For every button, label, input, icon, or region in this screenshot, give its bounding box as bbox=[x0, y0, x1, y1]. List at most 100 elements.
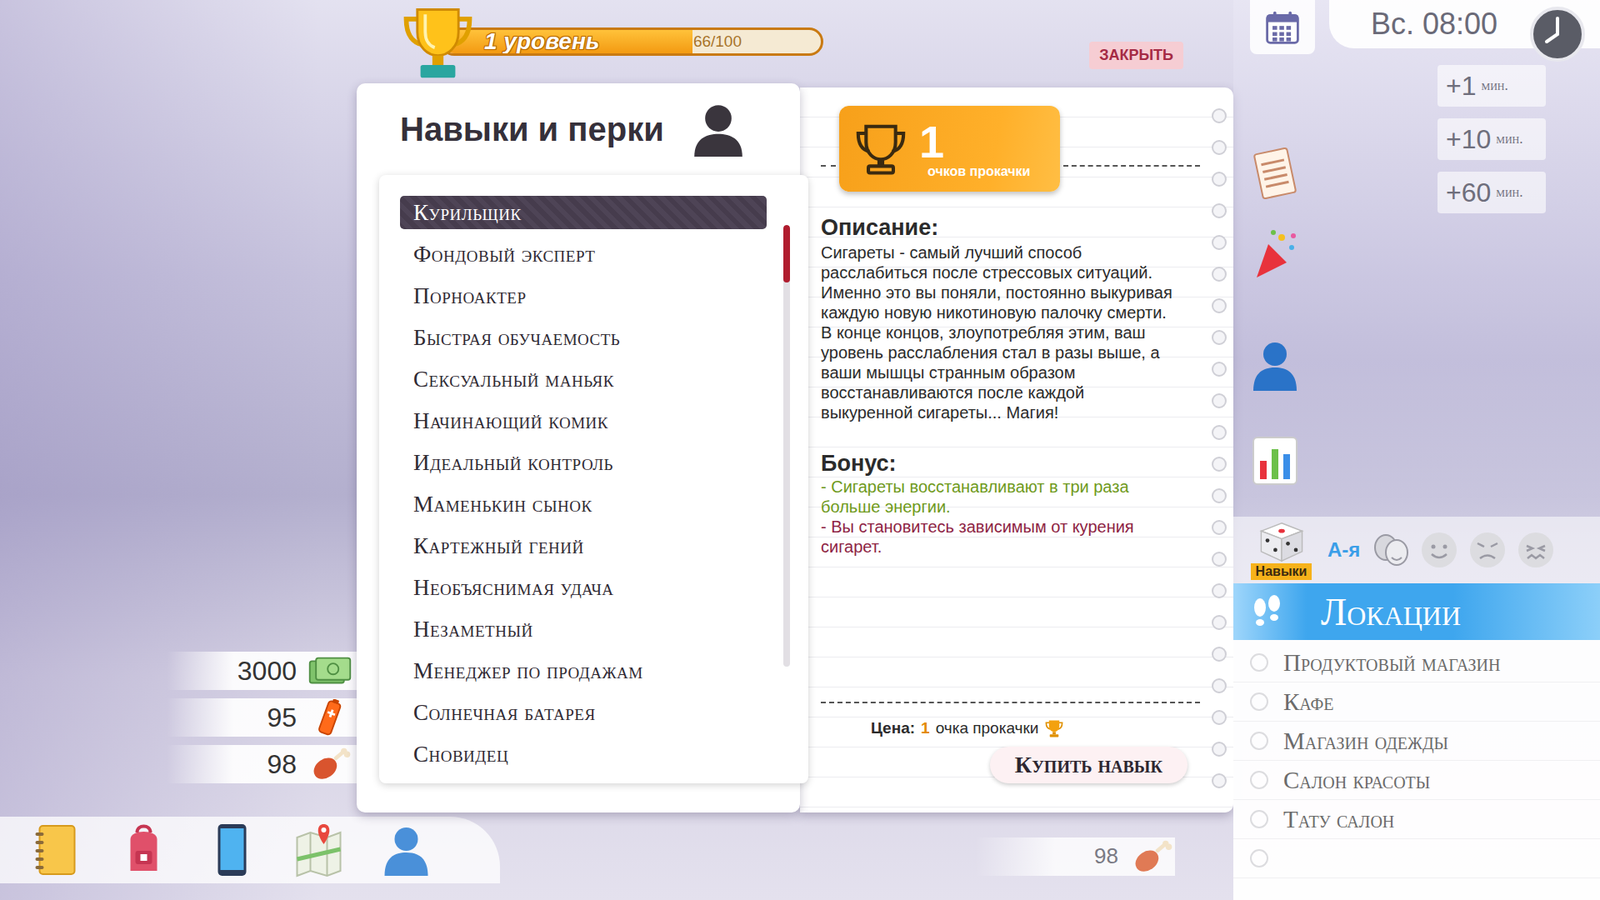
skip-time-button[interactable]: +60мин. bbox=[1437, 171, 1546, 214]
radio[interactable] bbox=[1250, 692, 1269, 711]
skill-item[interactable]: Фондовый эксперт bbox=[400, 237, 767, 271]
description-text: Сигареты - самый лучший способ расслабит… bbox=[820, 242, 1181, 423]
skill-item[interactable]: Маменькин сынок bbox=[400, 487, 767, 521]
sort-button[interactable]: А-я bbox=[1327, 538, 1360, 562]
close-button[interactable]: ЗАКРЫТЬ bbox=[1089, 41, 1184, 70]
binder-ring bbox=[1211, 488, 1227, 504]
dashed-line bbox=[820, 165, 836, 167]
stat-row: 95 bbox=[166, 698, 357, 737]
level-indicator: 1 уровень 66/100 bbox=[398, 0, 824, 84]
level-label: 1 уровень bbox=[442, 28, 600, 55]
map-icon[interactable] bbox=[291, 820, 346, 880]
skill-item[interactable]: Порноактер bbox=[400, 279, 767, 313]
drumstick-icon bbox=[306, 745, 354, 783]
trophy-icon bbox=[852, 120, 910, 178]
skill-details-page: 1 очков прокачки Описание: Сигареты - са… bbox=[800, 87, 1234, 813]
location-item[interactable]: Салон красоты bbox=[1233, 760, 1600, 800]
party-popper-icon[interactable] bbox=[1249, 225, 1301, 285]
bonus-item: - Сигареты восстанавливают в три раза бо… bbox=[820, 476, 1181, 517]
angry-face-icon[interactable] bbox=[1466, 529, 1509, 571]
skill-item[interactable]: Менеджер по продажам bbox=[400, 654, 767, 688]
skill-item[interactable]: Сновидец bbox=[400, 737, 767, 771]
note-icon[interactable] bbox=[1249, 144, 1301, 203]
scrollbar[interactable] bbox=[783, 225, 790, 667]
skip-time-button[interactable]: +1мин. bbox=[1437, 65, 1546, 107]
dashed-line bbox=[820, 701, 1200, 704]
notebook: Навыки и перки Курильщик Фондовый эксперт… bbox=[356, 83, 1234, 813]
right-hud: Вс. 08:00 +1мин. +10мин. +60мин. Навыки А-… bbox=[1233, 0, 1600, 900]
binder-rings bbox=[1204, 87, 1234, 813]
skill-item[interactable]: Необъяснимая удача bbox=[400, 570, 767, 605]
phone-icon[interactable] bbox=[204, 820, 259, 880]
stat-row: 98 bbox=[166, 745, 357, 784]
profile-icon[interactable] bbox=[379, 820, 434, 880]
skills-list: Курильщик Фондовый эксперт Порноактер Быстр… bbox=[379, 175, 809, 784]
notebook-icon[interactable] bbox=[29, 820, 84, 880]
skill-item[interactable]: Картежный гений bbox=[400, 529, 767, 563]
skill-item[interactable]: Сексуальный маньяк bbox=[400, 362, 767, 396]
skills-items: Курильщик Фондовый эксперт Порноактер Быстр… bbox=[400, 195, 767, 784]
happy-face-icon[interactable] bbox=[1418, 529, 1460, 571]
buy-skill-button[interactable]: Купить навык bbox=[990, 746, 1188, 784]
skill-item[interactable]: Начинающий комик bbox=[400, 404, 767, 438]
stat-value: 98 bbox=[1094, 843, 1119, 870]
binder-ring bbox=[1211, 678, 1227, 694]
side-icons bbox=[1233, 54, 1317, 517]
backpack-icon[interactable] bbox=[116, 820, 171, 880]
upset-face-icon[interactable] bbox=[1515, 529, 1557, 571]
skill-item[interactable]: Незаметный bbox=[400, 612, 767, 646]
location-item[interactable]: Кафе bbox=[1233, 682, 1600, 722]
day-time: Вс. 08:00 bbox=[1370, 0, 1498, 49]
binder-ring bbox=[1211, 710, 1227, 725]
radio[interactable] bbox=[1250, 731, 1269, 750]
radio bbox=[1250, 849, 1269, 868]
location-item[interactable]: Тату салон bbox=[1233, 800, 1600, 840]
bottom-strip: 98 bbox=[356, 812, 1234, 900]
left-hud: 3000 95 98 bbox=[0, 0, 357, 900]
calendar-icon bbox=[1263, 8, 1302, 47]
level-progress-bar: 1 уровень 66/100 bbox=[440, 27, 824, 56]
skill-item[interactable]: Курильщик bbox=[400, 195, 767, 230]
page-header: Навыки и перки bbox=[356, 83, 800, 175]
trophy-icon bbox=[1044, 718, 1065, 739]
clock-icon bbox=[1528, 5, 1587, 64]
radio[interactable] bbox=[1250, 810, 1269, 829]
footprints-icon bbox=[1245, 590, 1288, 633]
badge-text: 1 очков прокачки bbox=[919, 119, 1030, 180]
battery-icon bbox=[306, 699, 354, 736]
drumstick-icon bbox=[1128, 838, 1175, 875]
contacts-icon[interactable] bbox=[1249, 335, 1301, 395]
points-value: 1 bbox=[919, 119, 1030, 165]
location-item[interactable]: Продуктовый магазин bbox=[1233, 643, 1600, 683]
binder-ring bbox=[1211, 646, 1227, 662]
toolbar bbox=[0, 816, 500, 884]
skills-tab-label: Навыки bbox=[1250, 563, 1313, 580]
stats-chart-icon[interactable] bbox=[1249, 430, 1301, 490]
skills-tab[interactable]: Навыки bbox=[1241, 520, 1321, 580]
time-panel: Вс. 08:00 bbox=[1329, 0, 1600, 49]
location-item[interactable]: Магазин одежды bbox=[1233, 721, 1600, 761]
binder-ring bbox=[1211, 203, 1227, 219]
price-unit: очка прокачки bbox=[935, 719, 1040, 738]
price-label: Цена: bbox=[870, 719, 915, 738]
locations-header: Локации bbox=[1233, 583, 1600, 640]
locations-title: Локации bbox=[1320, 590, 1461, 635]
skill-item[interactable]: Солнечная батарея bbox=[400, 695, 767, 730]
radio[interactable] bbox=[1250, 770, 1269, 790]
scrollbar-thumb[interactable] bbox=[783, 225, 790, 283]
binder-ring bbox=[1211, 741, 1227, 757]
skill-item[interactable]: Идеальный контроль bbox=[400, 445, 767, 480]
binder-ring bbox=[1211, 361, 1227, 377]
calendar-button[interactable] bbox=[1250, 0, 1315, 55]
masks-icon[interactable] bbox=[1370, 529, 1412, 571]
person-icon bbox=[688, 99, 749, 160]
binder-ring bbox=[1211, 298, 1227, 314]
time-buttons: +1мин. +10мин. +60мин. bbox=[1437, 54, 1546, 517]
binder-ring bbox=[1211, 583, 1227, 599]
level-progress-text: 66/100 bbox=[693, 32, 742, 51]
skill-item[interactable]: Быстрая обучаемость bbox=[400, 320, 767, 355]
radio[interactable] bbox=[1250, 653, 1269, 672]
stat-value: 3000 bbox=[237, 655, 297, 687]
skip-time-button[interactable]: +10мин. bbox=[1437, 118, 1546, 160]
bonus-title: Бонус: bbox=[820, 450, 1200, 477]
